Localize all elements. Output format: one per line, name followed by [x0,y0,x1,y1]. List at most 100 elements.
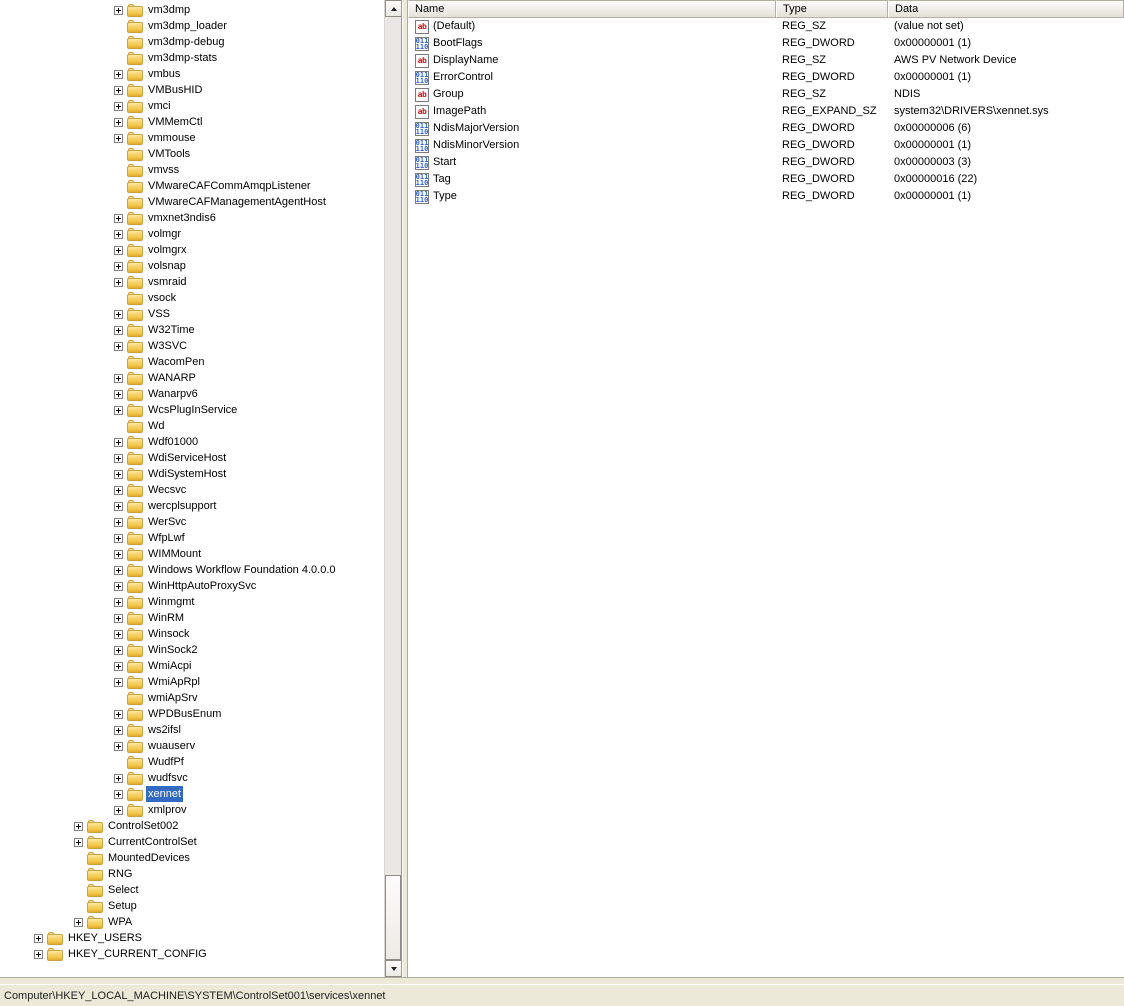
tree-node[interactable]: WudfPf [0,754,384,770]
tree-node-label[interactable]: ws2ifsl [146,722,183,738]
value-row[interactable]: abDisplayNameREG_SZAWS PV Network Device [408,52,1124,69]
tree-node[interactable]: wmiApSrv [0,690,384,706]
expand-icon[interactable] [34,934,43,943]
tree-node[interactable]: W3SVC [0,338,384,354]
value-row[interactable]: 011 110StartREG_DWORD0x00000003 (3) [408,154,1124,171]
column-header-data[interactable]: Data [888,0,1124,18]
tree-node-label[interactable]: VMwareCAFCommAmqpListener [146,178,313,194]
tree-scrollbar[interactable] [384,0,401,977]
expand-icon[interactable] [114,390,123,399]
value-name-cell[interactable]: 011 110NdisMinorVersion [408,137,776,154]
tree-node[interactable]: WerSvc [0,514,384,530]
tree-node-label[interactable]: vmxnet3ndis6 [146,210,218,226]
tree-node-label[interactable]: vm3dmp [146,2,192,18]
tree-node-label[interactable]: WdiSystemHost [146,466,228,482]
tree-node-label[interactable]: VSS [146,306,172,322]
expand-icon[interactable] [114,374,123,383]
tree-node[interactable]: WPA [0,914,384,930]
tree-node-label[interactable]: vm3dmp-debug [146,34,226,50]
tree-node-label[interactable]: WinRM [146,610,186,626]
value-row[interactable]: 011 110NdisMajorVersionREG_DWORD0x000000… [408,120,1124,137]
tree-node-label[interactable]: vmmouse [146,130,198,146]
tree-node[interactable]: Wd [0,418,384,434]
value-name-cell[interactable]: 011 110ErrorControl [408,69,776,86]
tree-node-label[interactable]: Wecsvc [146,482,188,498]
expand-icon[interactable] [114,486,123,495]
expand-icon[interactable] [114,646,123,655]
tree-node[interactable]: HKEY_USERS [0,930,384,946]
expand-icon[interactable] [114,662,123,671]
tree-node-label[interactable]: WfpLwf [146,530,187,546]
value-row[interactable]: 011 110BootFlagsREG_DWORD0x00000001 (1) [408,35,1124,52]
expand-icon[interactable] [114,470,123,479]
tree-node[interactable]: VMwareCAFCommAmqpListener [0,178,384,194]
tree-node-label[interactable]: Select [106,882,141,898]
tree-node[interactable]: WdiServiceHost [0,450,384,466]
tree-node[interactable]: WacomPen [0,354,384,370]
tree-node-label[interactable]: VMwareCAFManagementAgentHost [146,194,328,210]
value-name-cell[interactable]: abDisplayName [408,52,776,69]
tree-node[interactable]: vmvss [0,162,384,178]
expand-icon[interactable] [114,678,123,687]
tree-node-label[interactable]: Wd [146,418,167,434]
tree-node-label[interactable]: xennet [146,786,183,802]
tree-node-label[interactable]: wmiApSrv [146,690,200,706]
tree-node[interactable]: vm3dmp_loader [0,18,384,34]
value-row[interactable]: 011 110ErrorControlREG_DWORD0x00000001 (… [408,69,1124,86]
tree-node[interactable]: WPDBusEnum [0,706,384,722]
tree-node[interactable]: MountedDevices [0,850,384,866]
value-row[interactable]: abImagePathREG_EXPAND_SZsystem32\DRIVERS… [408,103,1124,120]
expand-icon[interactable] [114,598,123,607]
tree-node-label[interactable]: MountedDevices [106,850,192,866]
tree-node[interactable]: wercplsupport [0,498,384,514]
expand-icon[interactable] [114,534,123,543]
tree-node[interactable]: volsnap [0,258,384,274]
tree-node[interactable]: vsmraid [0,274,384,290]
tree-node[interactable]: WIMMount [0,546,384,562]
expand-icon[interactable] [114,342,123,351]
values-list[interactable]: ab(Default)REG_SZ(value not set)011 110B… [408,18,1124,977]
expand-icon[interactable] [34,950,43,959]
tree-node[interactable]: vm3dmp-debug [0,34,384,50]
expand-icon[interactable] [114,6,123,15]
tree-node-label[interactable]: W32Time [146,322,197,338]
tree-node[interactable]: HKEY_CURRENT_CONFIG [0,946,384,962]
tree-node[interactable]: Winmgmt [0,594,384,610]
scroll-down-button[interactable] [385,960,402,977]
tree-node[interactable]: CurrentControlSet [0,834,384,850]
tree-node[interactable]: volmgrx [0,242,384,258]
value-name-cell[interactable]: abGroup [408,86,776,103]
tree-node[interactable]: xmlprov [0,802,384,818]
scroll-up-button[interactable] [385,0,402,17]
tree-node-label[interactable]: Winmgmt [146,594,196,610]
tree-node[interactable]: Windows Workflow Foundation 4.0.0.0 [0,562,384,578]
tree-node[interactable]: RNG [0,866,384,882]
tree-node[interactable]: wudfsvc [0,770,384,786]
expand-icon[interactable] [114,102,123,111]
tree-node[interactable]: Setup [0,898,384,914]
tree-node-label[interactable]: WinHttpAutoProxySvc [146,578,258,594]
tree-node-label[interactable]: vmvss [146,162,181,178]
tree-node[interactable]: VMTools [0,146,384,162]
tree-node[interactable]: VMMemCtl [0,114,384,130]
expand-icon[interactable] [114,726,123,735]
tree-node[interactable]: vmbus [0,66,384,82]
expand-icon[interactable] [114,774,123,783]
tree-node[interactable]: wuauserv [0,738,384,754]
tree-node-label[interactable]: WerSvc [146,514,188,530]
tree-node[interactable]: xennet [0,786,384,802]
tree-node-label[interactable]: WIMMount [146,546,203,562]
tree-node[interactable]: Winsock [0,626,384,642]
value-row[interactable]: 011 110NdisMinorVersionREG_DWORD0x000000… [408,137,1124,154]
tree-node-label[interactable]: Wanarpv6 [146,386,200,402]
value-name-cell[interactable]: 011 110Tag [408,171,776,188]
tree-node[interactable]: WANARP [0,370,384,386]
tree-node-label[interactable]: WmiAcpi [146,658,193,674]
expand-icon[interactable] [114,614,123,623]
expand-icon[interactable] [74,822,83,831]
tree-node-label[interactable]: WmiApRpl [146,674,202,690]
expand-icon[interactable] [114,70,123,79]
tree-node-label[interactable]: WPDBusEnum [146,706,223,722]
tree-node-label[interactable]: WPA [106,914,134,930]
tree-node[interactable]: WfpLwf [0,530,384,546]
